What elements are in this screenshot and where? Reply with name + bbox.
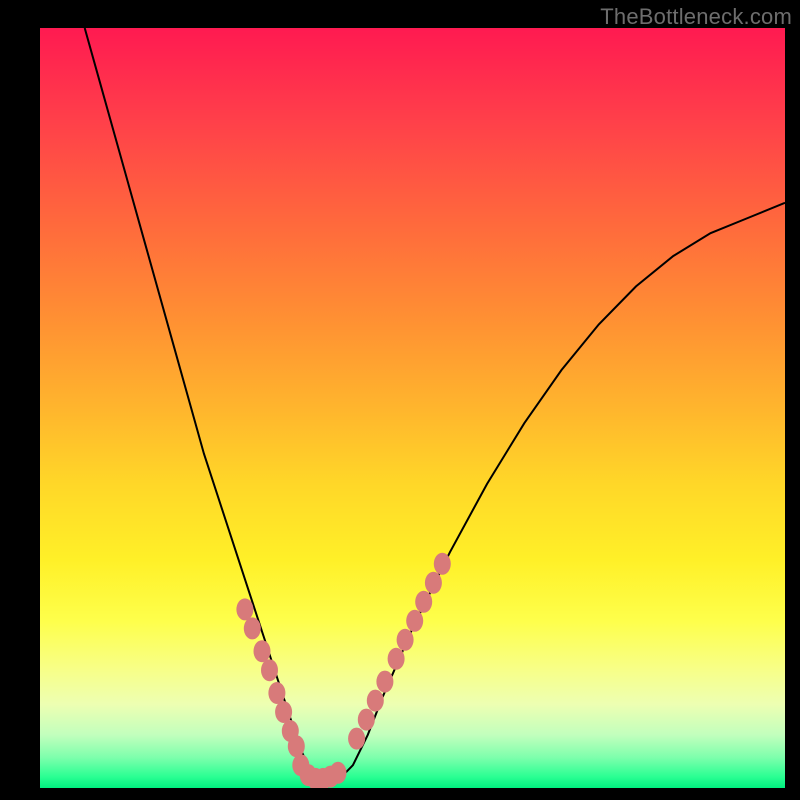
marker-dot (406, 610, 423, 632)
marker-dots (236, 553, 450, 788)
chart-frame: TheBottleneck.com (0, 0, 800, 800)
marker-dot (397, 629, 414, 651)
marker-dot (425, 572, 442, 594)
marker-dot (367, 690, 384, 712)
watermark-text: TheBottleneck.com (600, 4, 792, 30)
marker-dot (434, 553, 451, 575)
marker-dot (348, 728, 365, 750)
chart-svg (40, 28, 785, 788)
marker-dot (330, 762, 347, 784)
bottleneck-curve (85, 28, 785, 780)
marker-dot (261, 659, 278, 681)
marker-dot (236, 598, 253, 620)
marker-dot (415, 591, 432, 613)
marker-dot (275, 701, 292, 723)
plot-area (40, 28, 785, 788)
marker-dot (358, 709, 375, 731)
marker-dot (288, 735, 305, 757)
marker-dot (268, 682, 285, 704)
marker-dot (244, 617, 261, 639)
marker-dot (254, 640, 271, 662)
marker-dot (388, 648, 405, 670)
marker-dot (376, 671, 393, 693)
